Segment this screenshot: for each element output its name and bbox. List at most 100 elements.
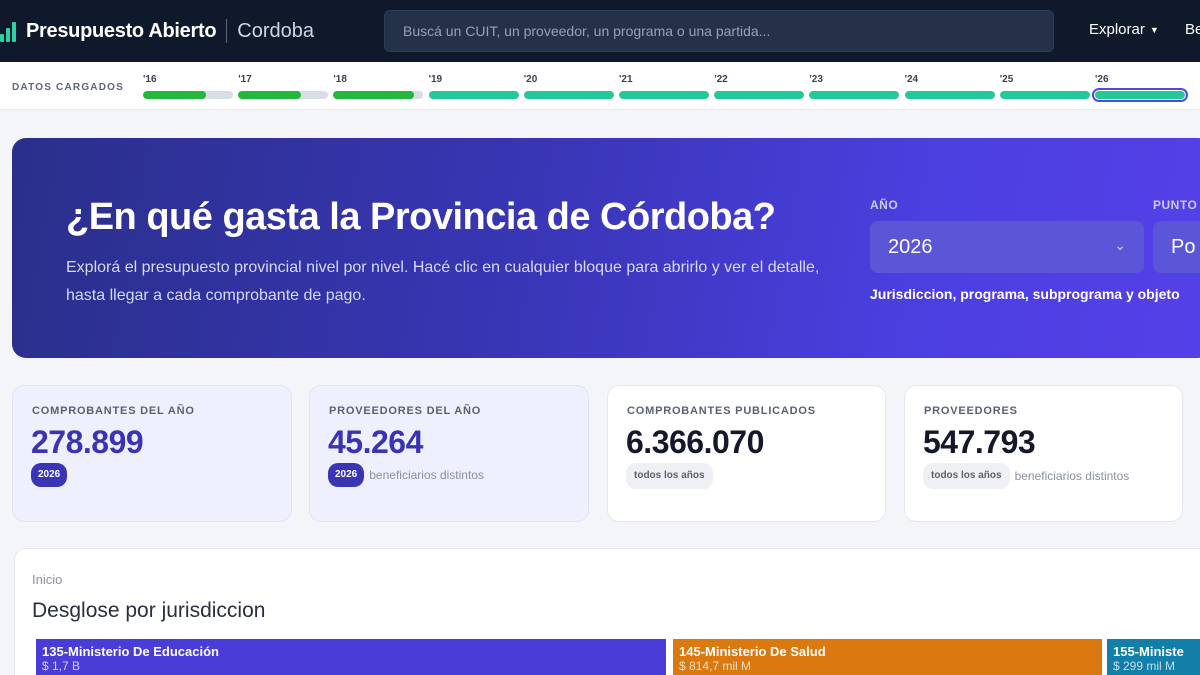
stat-card-comprobantes-total: COMPROBANTES PUBLICADOS 6.366.070 todos … [607, 385, 886, 522]
year-progress-fill [999, 91, 1090, 99]
year-item[interactable]: '20 [523, 74, 614, 99]
year-label: '25 [999, 74, 1014, 85]
stat-value: 278.899 [31, 424, 144, 460]
year-item[interactable]: '17 [238, 74, 329, 99]
brand-subtitle: Cordoba [237, 19, 314, 42]
year-progress-bar [333, 91, 424, 99]
year-progress-fill [1095, 91, 1185, 99]
year-progress-fill [904, 91, 995, 99]
stat-footer: 2026 [31, 463, 261, 487]
year-progress-bar [809, 91, 900, 99]
stat-value: 6.366.070 [626, 424, 764, 460]
year-field-label: AÑO [870, 198, 899, 212]
year-label: '22 [714, 74, 728, 85]
year-item[interactable]: '21 [619, 74, 709, 99]
stat-card-proveedores-year: PROVEEDORES DEL AÑO 45.264 2026 benefici… [309, 385, 589, 522]
hero-description: Explorá el presupuesto provincial nivel … [66, 259, 820, 304]
year-item[interactable]: '23 [809, 74, 900, 99]
treemap-tile-salud[interactable]: 145-Ministerio De Salud $ 814,7 mil M [673, 639, 1102, 675]
year-label: '21 [619, 74, 633, 85]
year-label: '23 [809, 74, 823, 85]
tile-amount: $ 814,7 mil M [679, 659, 752, 673]
year-label: '19 [428, 74, 443, 85]
year-label: '16 [143, 74, 157, 85]
year-progress-fill [523, 91, 614, 99]
year-progress-bar [904, 91, 995, 99]
stat-card-proveedores-total: PROVEEDORES 547.793 todos los años benef… [904, 385, 1183, 522]
punto-select[interactable]: Po [1153, 221, 1200, 273]
stat-footer: todos los años [626, 463, 856, 489]
stat-label: COMPROBANTES DEL AÑO [32, 405, 195, 417]
year-item[interactable]: '18 [333, 74, 424, 99]
breakdown-title: Desglose por jurisdiccion [32, 599, 266, 622]
year-progress-bar [523, 91, 614, 99]
year-label: '24 [904, 74, 919, 85]
stat-footer: todos los años beneficiarios distintos [923, 463, 1153, 489]
top-navbar: Presupuesto Abierto Cordoba Explorar ▼ B… [0, 0, 1200, 62]
year-progress-fill [238, 91, 302, 99]
tile-name: 135-Ministerio De Educación [42, 644, 219, 659]
breakdown-panel: Inicio Desglose por jurisdiccion 135-Min… [14, 548, 1200, 675]
chevron-down-icon: ⌄ [1114, 237, 1126, 253]
year-select[interactable]: 2026 ⌄ [870, 221, 1144, 273]
year-label: '20 [523, 74, 538, 85]
punto-select-value: Po [1171, 235, 1196, 258]
year-label: '26 [1095, 74, 1109, 85]
stat-label: PROVEEDORES [924, 405, 1018, 417]
year-badge: 2026 [328, 463, 365, 487]
caret-down-icon: ▼ [1149, 24, 1159, 35]
year-progress-bar [428, 91, 519, 99]
hero-title: ¿En qué gasta la Provincia de Córdoba? [66, 196, 776, 238]
brand-divider [226, 19, 228, 43]
stat-card-comprobantes-year: COMPROBANTES DEL AÑO 278.899 2026 [12, 385, 292, 522]
data-loaded-strip: DATOS CARGADOS '16 '17 '18 '19 '20 '21 '22 '23 '… [0, 62, 1200, 110]
data-loaded-label: DATOS CARGADOS [12, 82, 124, 93]
stat-note: beneficiarios distintos [1014, 469, 1130, 483]
all-years-badge: todos los años [626, 463, 713, 489]
stat-note: beneficiarios distintos [369, 468, 484, 482]
year-progress-bar [999, 91, 1090, 99]
hierarchy-hint: Jurisdiccion, programa, subprograma y ob… [870, 286, 1180, 302]
year-item[interactable]: '19 [428, 74, 519, 99]
treemap-tile-educacion[interactable]: 135-Ministerio De Educación $ 1,7 B [36, 639, 666, 675]
all-years-badge: todos los años [923, 463, 1010, 489]
year-progress-fill [143, 91, 206, 99]
punto-field-label: PUNTO [1153, 198, 1198, 212]
stat-value: 45.264 [328, 424, 423, 460]
year-progress-fill [619, 91, 709, 99]
year-progress-fill [714, 91, 805, 99]
year-item[interactable]: '26 [1092, 74, 1188, 102]
brand-title: Presupuesto Abierto [26, 19, 217, 42]
year-progress-bar [238, 91, 329, 99]
year-item[interactable]: '22 [714, 74, 805, 99]
year-progress-fill [333, 91, 415, 99]
treemap-tile-155[interactable]: 155-Ministe $ 299 mil M [1107, 639, 1200, 675]
stat-value: 547.793 [923, 424, 1036, 460]
tile-name: 145-Ministerio De Salud [679, 644, 826, 659]
year-progress-bar [619, 91, 709, 99]
year-progress-fill [809, 91, 900, 99]
year-progress-bar [714, 91, 805, 99]
year-item[interactable]: '16 [143, 74, 233, 99]
hero-banner: ¿En qué gasta la Provincia de Córdoba? E… [12, 138, 1200, 358]
explore-menu[interactable]: Explorar ▼ [1089, 21, 1159, 38]
stat-footer: 2026 beneficiarios distintos [328, 463, 558, 487]
stat-label: PROVEEDORES DEL AÑO [329, 405, 482, 417]
breadcrumb-home[interactable]: Inicio [32, 572, 62, 587]
year-label: '17 [238, 74, 252, 85]
search-box[interactable] [384, 10, 1054, 52]
explore-label: Explorar [1089, 21, 1145, 38]
tile-name: 155-Ministe [1113, 644, 1184, 659]
year-badge: 2026 [31, 463, 68, 487]
stat-label: COMPROBANTES PUBLICADOS [627, 405, 816, 417]
nav-item-truncated[interactable]: Be [1185, 21, 1200, 38]
bar-chart-icon [0, 20, 18, 42]
year-item[interactable]: '24 [904, 74, 995, 99]
year-item[interactable]: '25 [999, 74, 1090, 99]
brand-logo[interactable]: Presupuesto Abierto Cordoba [0, 19, 314, 43]
year-label: '18 [333, 74, 347, 85]
search-input[interactable] [403, 23, 1053, 39]
tile-amount: $ 299 mil M [1113, 659, 1176, 673]
year-progress-bar [143, 91, 233, 99]
year-select-value: 2026 [888, 235, 933, 258]
